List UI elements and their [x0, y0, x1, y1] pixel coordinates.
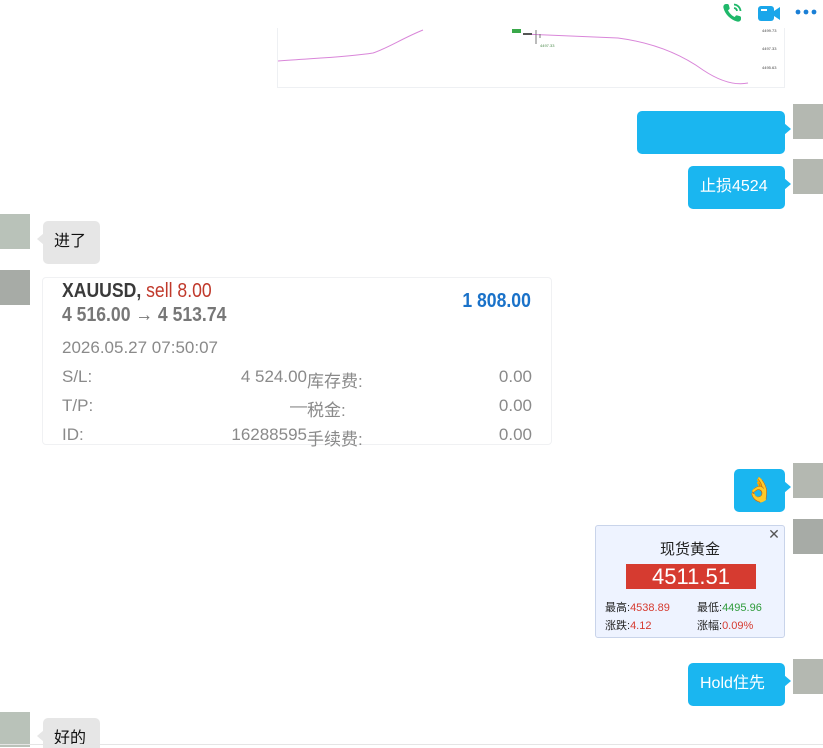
my-avatar[interactable]: [793, 159, 823, 194]
trade-prices: 4 516.00 → 4 513.74: [62, 304, 227, 326]
my-avatar[interactable]: [793, 519, 823, 554]
gold-quote-card[interactable]: ✕ 现货黄金 4511.51 最高:4538.89 最低:4495.96 涨跌:…: [595, 525, 785, 638]
detail-value: 0.00: [498, 396, 532, 415]
chart-tick-label: 4495.63: [762, 65, 777, 70]
trade-symbol-line: XAUUSD, sell 8.00: [62, 280, 212, 303]
more-icon[interactable]: [793, 0, 819, 26]
stat-value: 4.12: [630, 620, 652, 632]
message-text: Hold住先: [700, 675, 765, 692]
detail-value: 4 524.00: [240, 367, 307, 386]
contact-avatar[interactable]: [0, 214, 30, 249]
trade-detail-row: T/P: — 税金: 0.00: [62, 396, 532, 420]
trade-profit: 1 808.00: [462, 290, 531, 312]
ok-hand-emoji: 👌: [744, 477, 775, 504]
quote-change-pct: 涨幅:0.09%: [697, 617, 753, 633]
chart-image-message[interactable]: 4497.33 4499.73 4497.33 4495.63: [277, 28, 785, 88]
message-bubble-mine[interactable]: 止损4524: [688, 166, 791, 209]
stat-value: 4538.89: [630, 602, 670, 614]
detail-label: ID:: [62, 425, 84, 444]
quote-high: 最高:4538.89: [605, 599, 670, 615]
detail-value: 0.00: [498, 367, 532, 386]
message-bubble-theirs[interactable]: 进了: [37, 221, 100, 264]
chart-marker-label: 4497.33: [540, 43, 555, 48]
trade-detail-row: S/L: 4 524.00 库存费: 0.00: [62, 367, 532, 391]
message-bubble-mine[interactable]: 👌: [734, 469, 791, 512]
quote-change: 涨跌:4.12: [605, 617, 651, 633]
detail-value: —: [290, 396, 307, 415]
video-icon[interactable]: [756, 0, 782, 26]
chart-tick-label: 4499.73: [762, 28, 777, 33]
trade-symbol: XAUUSD,: [62, 280, 142, 302]
chart-tick-label: 4497.33: [762, 46, 777, 51]
contact-avatar[interactable]: [0, 270, 30, 305]
trade-detail-row: ID: 16288595 手续费: 0.00: [62, 425, 532, 449]
chat-header-actions: [703, 0, 823, 26]
trade-side: sell 8.00: [146, 280, 212, 302]
stat-label: 涨幅:: [697, 620, 723, 632]
stat-value: 0.09%: [722, 620, 754, 632]
input-area-divider: [0, 744, 823, 745]
stat-label: 涨跌:: [605, 620, 631, 632]
stat-label: 最高:: [605, 602, 631, 614]
quote-low: 最低:4495.96: [697, 599, 762, 615]
detail-label: 库存费:: [307, 372, 363, 391]
trade-position-card[interactable]: XAUUSD, sell 8.00 4 516.00 → 4 513.74 1 …: [42, 277, 552, 449]
stat-value: 4495.96: [722, 602, 762, 614]
my-avatar[interactable]: [793, 104, 823, 139]
detail-label: S/L:: [62, 367, 93, 386]
contact-avatar[interactable]: [0, 712, 30, 747]
detail-label: T/P:: [62, 396, 94, 415]
detail-label: 手续费:: [307, 430, 363, 449]
phone-icon[interactable]: [719, 0, 745, 26]
detail-value: 16288595: [231, 425, 307, 444]
my-avatar[interactable]: [793, 463, 823, 498]
price-chart-thumbnail: 4497.33 4499.73 4497.33 4495.63: [277, 28, 777, 85]
my-avatar[interactable]: [793, 659, 823, 694]
quote-price: 4511.51: [626, 564, 756, 589]
message-text: 止损4524: [700, 178, 768, 195]
message-text: 进了: [54, 233, 87, 250]
detail-label: 税金:: [307, 401, 346, 420]
stat-label: 最低:: [697, 602, 723, 614]
message-bubble-mine[interactable]: Hold住先: [688, 663, 791, 706]
detail-value: 0.00: [498, 425, 532, 444]
quote-title: 现货黄金: [659, 541, 720, 558]
message-bubble-mine[interactable]: [637, 111, 791, 154]
trade-time: 2026.05.27 07:50:07: [62, 338, 218, 357]
